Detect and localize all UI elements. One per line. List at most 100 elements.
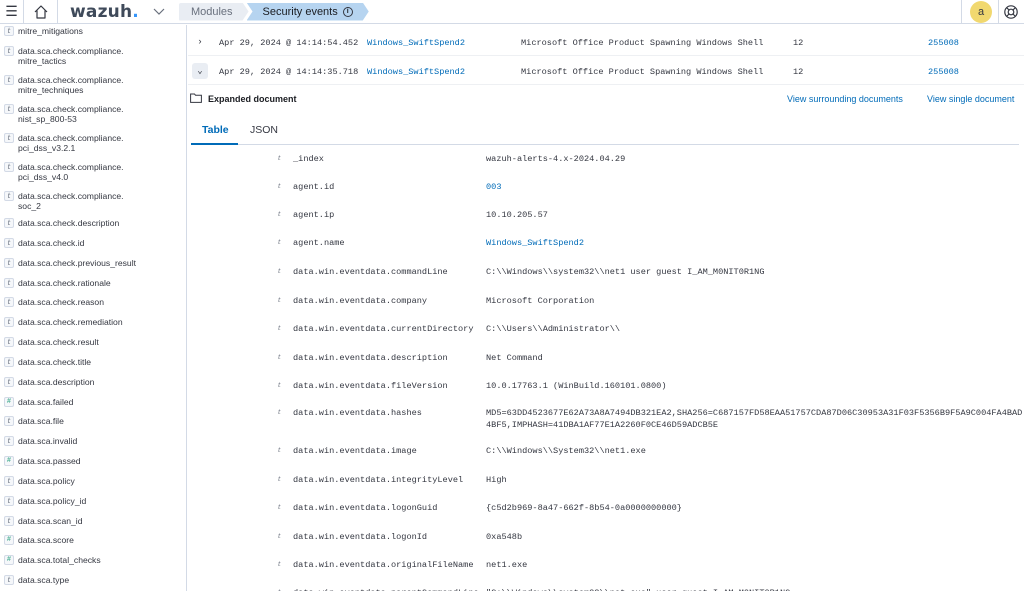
field-name: data.sca.check.compliance. mitre_techniq… [18,75,124,95]
field-list-item[interactable]: t data.sca.policy [4,476,75,486]
field-value: "C:\\Windows\\system32\\net.exe" user gu… [486,587,1024,591]
field-value: C:\\Users\\Administrator\\ [486,324,621,334]
field-key: _index [293,154,324,164]
field-list-item[interactable]: t data.sca.check.compliance. nist_sp_800-… [4,104,124,124]
info-icon[interactable]: i [343,7,353,17]
string-field-icon: t [4,416,14,426]
field-key: data.win.eventdata.logonId [293,532,428,542]
field-name: data.sca.passed [18,456,81,466]
string-field-icon: t [4,297,14,307]
event-rule-id[interactable]: 255008 [928,67,959,77]
string-field-icon: t [278,296,281,304]
field-list-item[interactable]: t data.sca.file [4,416,64,426]
field-list-item[interactable]: t data.sca.check.compliance. mitre_tactic… [4,46,124,66]
field-list-item[interactable]: # data.sca.passed [4,456,81,466]
number-field-icon: # [4,397,14,407]
field-list-item[interactable]: t data.sca.scan_id [4,516,83,526]
field-value[interactable]: Windows_SwiftSpend2 [486,237,1024,249]
help-icon[interactable] [1003,4,1019,20]
field-list-item[interactable]: t data.sca.check.previous_result [4,258,136,268]
field-name: data.sca.score [18,535,74,545]
collapse-row-button[interactable]: ⌄ [192,63,208,79]
event-rule-id[interactable]: 255008 [928,38,959,48]
field-name: data.sca.description [18,377,95,387]
avatar[interactable]: a [970,1,992,23]
field-list-item[interactable]: t data.sca.check.result [4,337,99,347]
string-field-icon: t [4,278,14,288]
field-list-item[interactable]: t data.sca.check.compliance. mitre_techni… [4,75,124,95]
event-row: ⌄ Apr 29, 2024 @ 14:14:35.718 Windows_Swif… [188,57,1024,85]
breadcrumb-security-events-label: Security events [262,5,338,18]
field-list-item[interactable]: t data.sca.check.compliance. soc_2 [4,191,124,211]
app-switcher-button[interactable] [145,0,173,24]
logo-text: wazuh [70,1,133,22]
field-name: data.sca.scan_id [18,516,83,526]
tab-json[interactable]: JSON [250,124,278,136]
field-list-item[interactable]: t data.sca.check.title [4,357,91,367]
string-field-icon: t [4,496,14,506]
string-field-icon: t [278,267,281,275]
field-list-item[interactable]: t data.sca.check.rationale [4,278,111,288]
field-list-item[interactable]: # data.sca.total_checks [4,555,101,565]
string-field-icon: t [278,182,281,190]
number-field-icon: # [4,456,14,466]
header-divider [998,0,999,24]
field-list-item[interactable]: t data.sca.check.remediation [4,317,123,327]
field-list-item[interactable]: t mitre_mitigations [4,26,83,36]
event-time: Apr 29, 2024 @ 14:14:54.452 [219,38,359,48]
field-list-item[interactable]: t data.sca.check.id [4,238,84,248]
view-surrounding-documents-link[interactable]: View surrounding documents [787,94,903,104]
field-list-item[interactable]: t data.sca.check.reason [4,297,104,307]
top-header: ☰ wazuh. Modules Security events i [0,0,1024,24]
breadcrumb-modules[interactable]: Modules [179,3,249,21]
breadcrumb-security-events: Security events i [247,3,369,21]
string-field-icon: t [4,104,14,114]
event-row: › Apr 29, 2024 @ 14:14:54.452 Windows_Swif… [188,28,1024,56]
home-button[interactable] [24,0,58,24]
field-list-item[interactable]: # data.sca.score [4,535,74,545]
string-field-icon: t [278,560,281,568]
field-name: data.sca.check.description [18,218,120,228]
field-key: data.win.eventdata.integrityLevel [293,475,464,485]
string-field-icon: t [278,381,281,389]
field-name: data.sca.failed [18,397,74,407]
view-single-document-link[interactable]: View single document [927,94,1014,104]
field-list-item[interactable]: # data.sca.failed [4,397,73,407]
header-divider [961,0,962,24]
field-list-item[interactable]: t data.sca.description [4,377,94,387]
string-field-icon: t [4,357,14,367]
field-key: data.win.eventdata.logonGuid [293,503,438,513]
expand-row-button[interactable]: › [192,34,208,50]
field-list-item[interactable]: t data.sca.type [4,575,69,585]
field-value: High [486,475,507,485]
string-field-icon: t [4,337,14,347]
field-key: data.win.eventdata.company [293,296,428,306]
field-value: 10.10.205.57 [486,210,548,220]
event-agent[interactable]: Windows_SwiftSpend2 [367,67,465,77]
number-field-icon: # [4,535,14,545]
breadcrumb: Modules Security events i [179,0,369,24]
tab-table[interactable]: Table [202,124,229,136]
field-list-item[interactable]: t data.sca.check.compliance. pci_dss_v3.2… [4,133,124,153]
field-list-item[interactable]: t data.sca.check.description [4,218,119,228]
field-value: C:\\Windows\\System32\\net1.exe [486,446,646,456]
string-field-icon: t [278,353,281,361]
field-list-item[interactable]: t data.sca.invalid [4,436,77,446]
field-name: data.sca.check.reason [18,297,104,307]
field-value: MD5=63DD4523677E62A73A8A7494DB321EA2,SHA… [486,408,1023,430]
wazuh-logo[interactable]: wazuh. [58,2,145,22]
field-list-item[interactable]: t data.sca.check.compliance. pci_dss_v4.0 [4,162,124,182]
field-key: agent.id [293,182,335,192]
field-name: data.sca.check.compliance. nist_sp_800-5… [18,104,124,124]
field-value: 0xa548b [486,532,523,542]
string-field-icon: t [278,503,281,511]
field-name: data.sca.check.id [18,238,85,248]
active-tab-indicator [191,143,238,145]
string-field-icon: t [4,476,14,486]
field-list-item[interactable]: t data.sca.policy_id [4,496,86,506]
menu-button[interactable]: ☰ [0,0,24,24]
field-value[interactable]: 003 [486,181,1024,193]
field-name: data.sca.total_checks [18,555,101,565]
event-agent[interactable]: Windows_SwiftSpend2 [367,38,465,48]
field-value: Microsoft Corporation [486,296,595,306]
